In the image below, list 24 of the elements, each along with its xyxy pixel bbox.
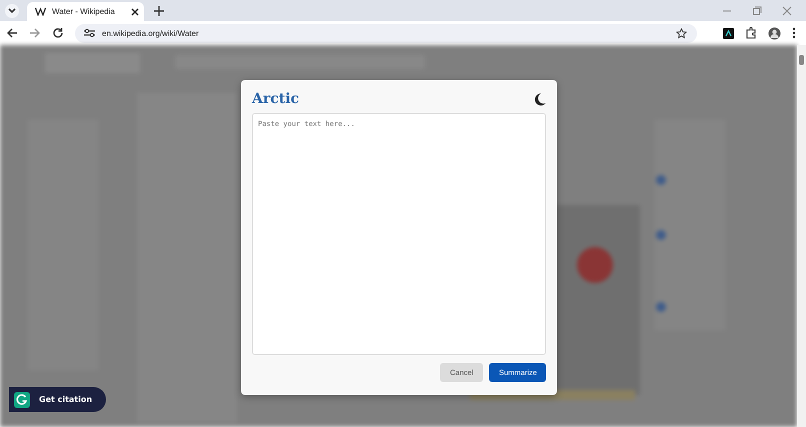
menu-icon[interactable] — [792, 27, 796, 39]
g-logo-icon — [14, 392, 30, 408]
puzzle-icon[interactable] — [745, 27, 757, 39]
restore-icon[interactable] — [752, 6, 762, 16]
chevron-down-icon — [8, 8, 16, 14]
reload-icon[interactable] — [52, 27, 64, 39]
star-icon[interactable] — [676, 28, 687, 38]
profile-icon[interactable] — [768, 26, 781, 40]
scrollbar[interactable] — [797, 45, 806, 427]
site-settings-icon[interactable] — [84, 28, 95, 38]
dialog-title: Arctic — [252, 91, 300, 107]
close-icon[interactable] — [131, 8, 139, 16]
back-icon[interactable] — [6, 27, 18, 39]
url-text: en.wikipedia.org/wiki/Water — [102, 28, 199, 38]
tab-title: Water - Wikipedia — [52, 7, 116, 16]
browser-tab[interactable]: Water - Wikipedia — [27, 2, 144, 21]
tab-list-button[interactable] — [5, 4, 19, 18]
forward-icon[interactable] — [29, 27, 41, 39]
w-logo-icon — [35, 7, 46, 16]
get-citation-button[interactable]: Get citation — [9, 387, 106, 412]
extension-icon[interactable] — [723, 28, 734, 38]
moon-icon[interactable] — [534, 92, 546, 106]
new-tab-icon[interactable] — [154, 6, 164, 16]
address-bar[interactable]: en.wikipedia.org/wiki/Water — [75, 24, 697, 42]
